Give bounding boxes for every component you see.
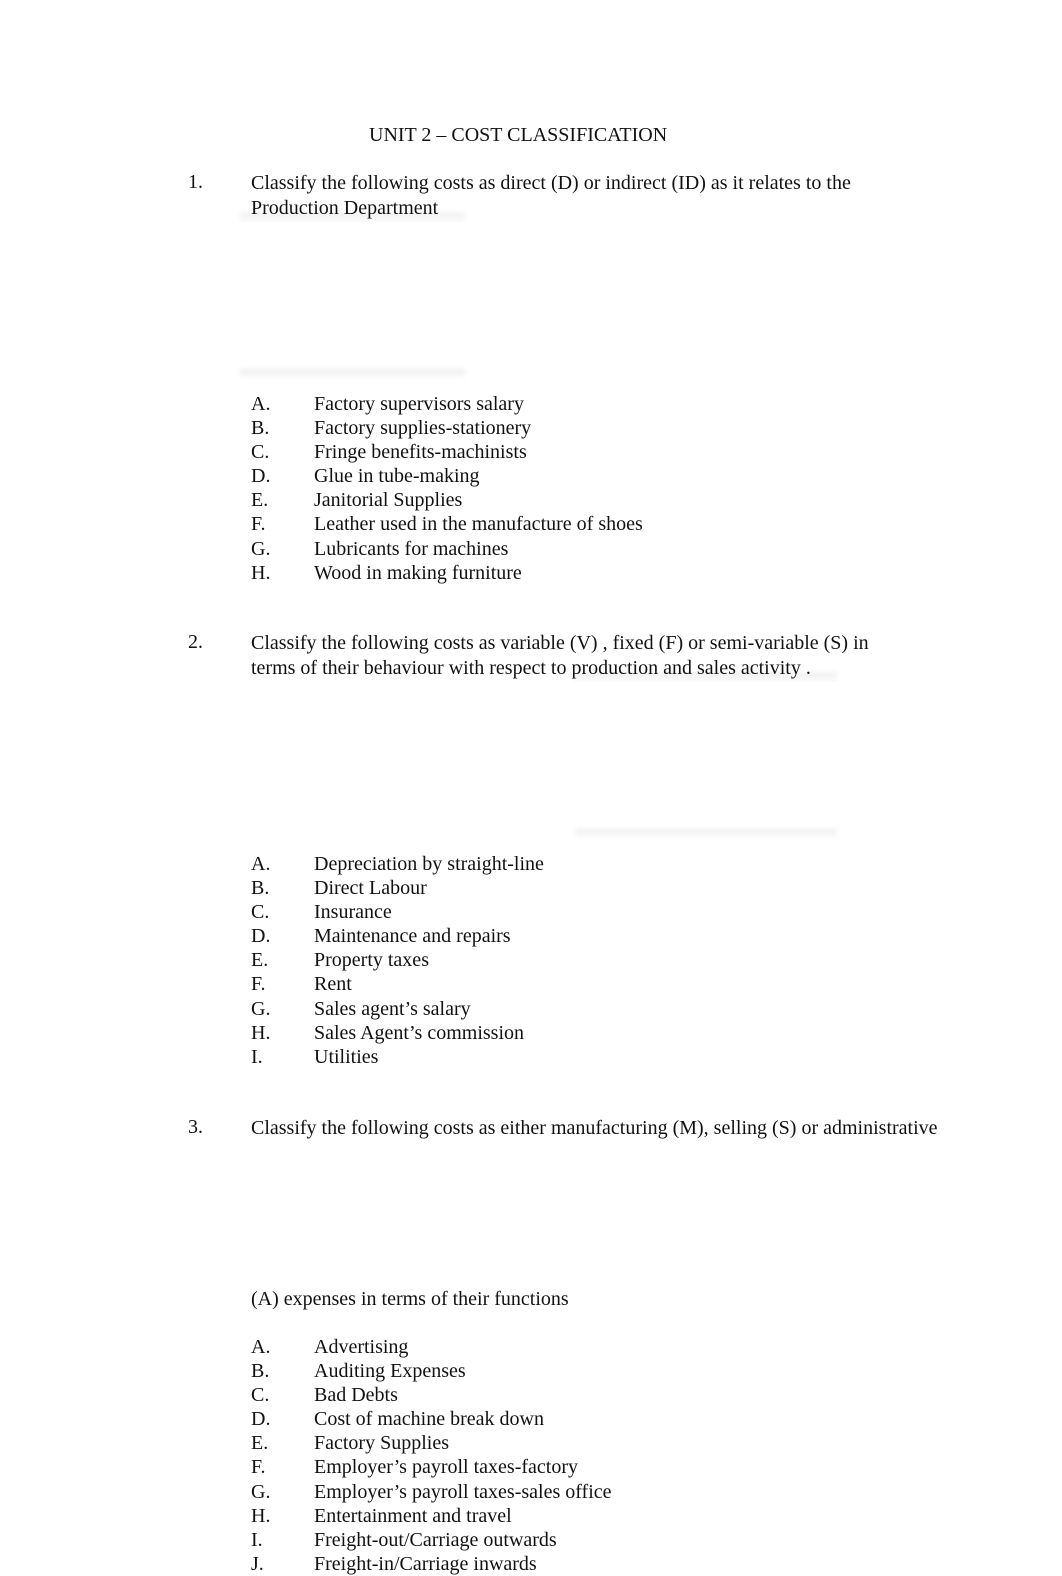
item-letter: C.	[251, 901, 270, 924]
item-text: Leather used in the manufacture of shoes	[314, 513, 643, 536]
item-text: Sales Agent’s commission	[314, 1021, 524, 1044]
blurred-region-shadow	[240, 369, 465, 379]
item-text: Lubricants for machines	[314, 537, 509, 560]
item-letter: H.	[251, 561, 271, 584]
item-text: Janitorial Supplies	[314, 489, 463, 512]
blank-answer-area	[240, 222, 465, 370]
item-text: Auditing Expenses	[314, 1360, 466, 1383]
item-letter: B.	[251, 877, 270, 900]
page-title: UNIT 2 – COST CLASSIFICATION	[369, 124, 668, 146]
item-letter: I.	[251, 1528, 263, 1551]
item-letter: J.	[251, 1552, 264, 1575]
item-text: Cost of machine break down	[314, 1408, 544, 1431]
item-letter: D.	[251, 465, 271, 488]
item-letter: D.	[251, 925, 271, 948]
item-letter: H.	[251, 1021, 271, 1044]
item-text: Direct Labour	[314, 877, 427, 900]
item-letter: F.	[251, 513, 266, 536]
item-text: Factory supervisors salary	[314, 393, 524, 415]
question-1-number: 1.	[188, 171, 203, 193]
item-letter: F.	[251, 1456, 266, 1479]
item-letter: C.	[251, 441, 270, 464]
item-text: Rent	[314, 973, 352, 996]
question-2-text-line-1: Classify the following costs as variable…	[251, 632, 869, 654]
item-text: Freight-in/Carriage inwards	[314, 1552, 537, 1575]
question-3-text-line-1: Classify the following costs as either m…	[251, 1117, 938, 1139]
item-letter: A.	[251, 393, 271, 415]
blank-answer-area	[575, 682, 837, 830]
item-text: Employer’s payroll taxes-factory	[314, 1456, 578, 1479]
item-letter: B.	[251, 1360, 270, 1383]
item-text: Utilities	[314, 1045, 379, 1068]
question-3-text-line-2: (A) expenses in terms of their functions	[251, 1288, 569, 1310]
question-2-number: 2.	[188, 631, 203, 653]
item-letter: F.	[251, 973, 266, 996]
item-letter: B.	[251, 417, 270, 440]
question-3-number: 3.	[188, 1116, 203, 1138]
item-text: Factory Supplies	[314, 1432, 449, 1455]
item-letter: I.	[251, 1045, 263, 1068]
item-letter: E.	[251, 949, 269, 972]
item-letter: D.	[251, 1408, 271, 1431]
item-letter: G.	[251, 537, 271, 560]
item-text: Wood in making furniture	[314, 561, 522, 584]
question-1-text-line-1: Classify the following costs as direct (…	[251, 172, 851, 194]
item-text: Fringe benefits-machinists	[314, 441, 527, 464]
item-text: Sales agent’s salary	[314, 997, 471, 1020]
item-text: Property taxes	[314, 949, 429, 972]
item-letter: A.	[251, 853, 271, 875]
item-letter: A.	[251, 1336, 271, 1358]
item-text: Freight-out/Carriage outwards	[314, 1528, 557, 1551]
item-letter: G.	[251, 997, 271, 1020]
item-text: Advertising	[314, 1336, 409, 1358]
item-text: Insurance	[314, 901, 392, 924]
item-text: Maintenance and repairs	[314, 925, 511, 948]
blurred-region-shadow	[575, 829, 837, 839]
item-letter: G.	[251, 1480, 271, 1503]
item-text: Employer’s payroll taxes-sales office	[314, 1480, 612, 1503]
item-letter: H.	[251, 1504, 271, 1527]
item-text: Depreciation by straight-line	[314, 853, 544, 875]
item-text: Bad Debts	[314, 1384, 398, 1407]
item-text: Glue in tube-making	[314, 465, 480, 488]
item-text: Factory supplies-stationery	[314, 417, 532, 440]
item-letter: E.	[251, 489, 269, 512]
item-letter: E.	[251, 1432, 269, 1455]
item-letter: C.	[251, 1384, 270, 1407]
item-text: Entertainment and travel	[314, 1504, 512, 1527]
